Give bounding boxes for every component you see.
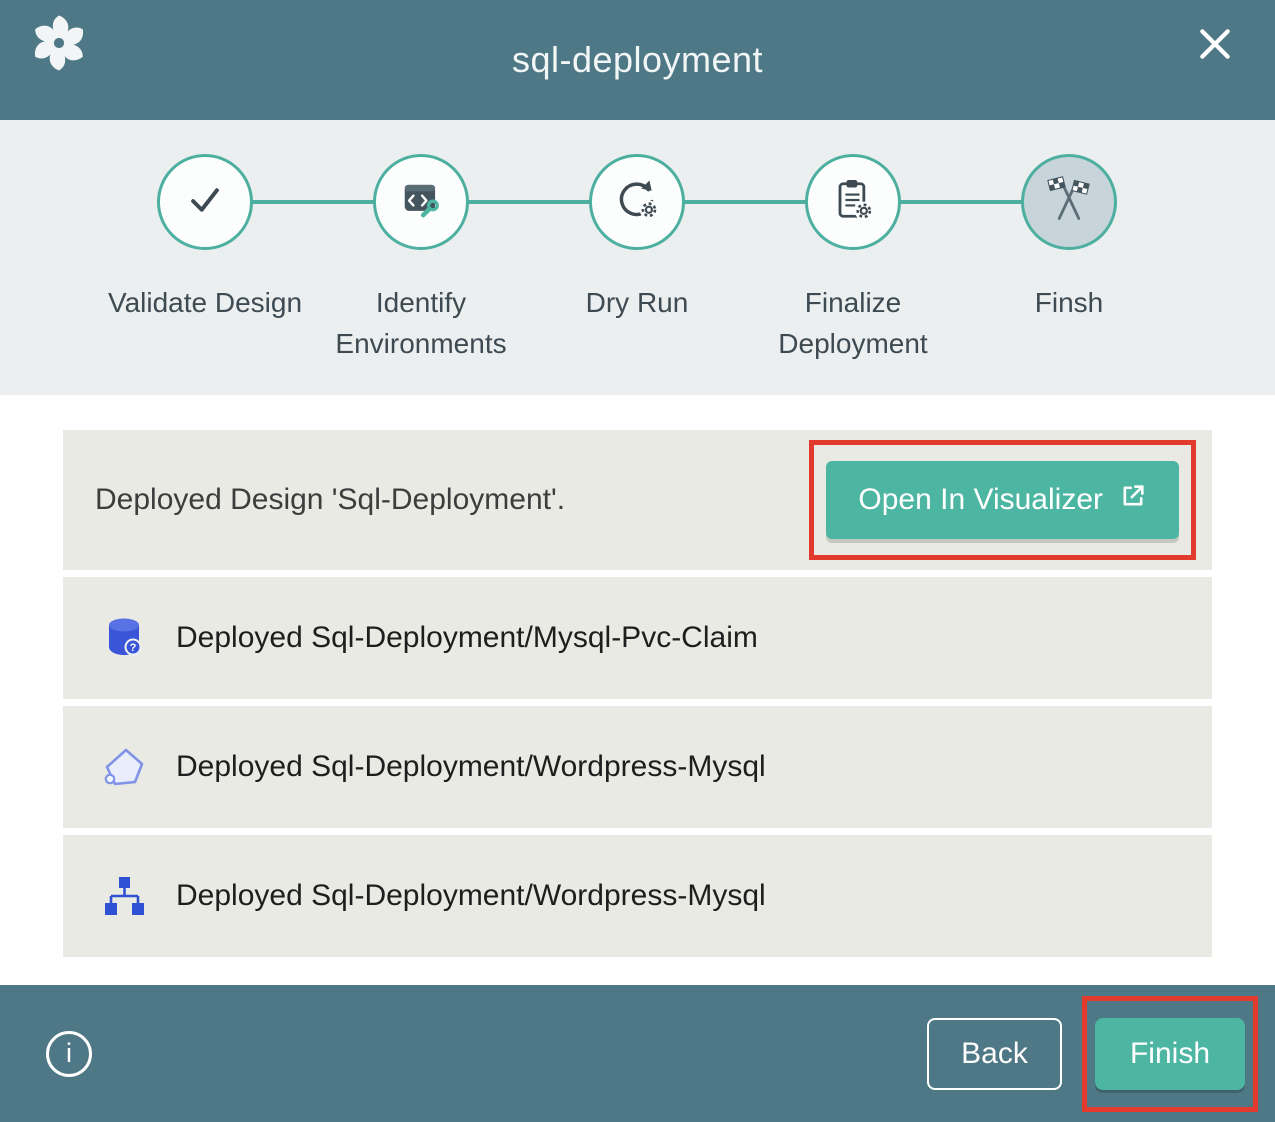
deployed-resource-text: Deployed Sql-Deployment/Wordpress-Mysql (176, 750, 766, 784)
code-wrench-icon (395, 174, 447, 231)
step-label: Finsh (1035, 283, 1103, 324)
deploy-message: Deployed Design 'Sql-Deployment'. (95, 483, 565, 517)
deployed-resource-row: Deployed Sql-Deployment/Wordpress-Mysql (63, 706, 1212, 828)
annotation-box-finish: Finish (1082, 996, 1258, 1112)
info-icon[interactable]: i (46, 1031, 92, 1077)
close-icon[interactable] (1193, 22, 1237, 66)
step-label: Finalize Deployment (753, 283, 953, 364)
deployed-resource-row: Deployed Sql-Deployment/Wordpress-Mysql (63, 835, 1212, 957)
deployed-resource-row: ? Deployed Sql-Deployment/Mysql-Pvc-Clai… (63, 577, 1212, 699)
deployed-design-row: Deployed Design 'Sql-Deployment'. Open I… (63, 430, 1212, 570)
step-finish: Finsh (961, 154, 1177, 364)
step-label: Dry Run (586, 283, 689, 324)
dialog-header: sql-deployment (0, 0, 1275, 120)
deployed-resource-text: Deployed Sql-Deployment/Mysql-Pvc-Claim (176, 621, 758, 655)
step-circle-identify-environments[interactable] (373, 154, 469, 250)
step-circle-finalize-deployment[interactable] (805, 154, 901, 250)
deployed-resource-text: Deployed Sql-Deployment/Wordpress-Mysql (176, 879, 766, 913)
external-link-icon (1119, 482, 1147, 518)
step-label: Identify Environments (321, 283, 521, 364)
checkered-flags-icon (1043, 174, 1095, 231)
back-button[interactable]: Back (927, 1018, 1062, 1090)
dialog-footer: i Back Finish (0, 985, 1275, 1122)
deployment-wizard-dialog: sql-deployment Validate Design (0, 0, 1275, 1122)
clipboard-gear-icon (827, 174, 879, 231)
svg-text:?: ? (130, 642, 137, 654)
sync-gear-icon (611, 174, 663, 231)
step-label: Validate Design (108, 283, 302, 324)
database-icon: ? (100, 614, 148, 662)
open-in-visualizer-label: Open In Visualizer (858, 483, 1103, 517)
step-circle-dry-run[interactable] (589, 154, 685, 250)
step-validate-design: Validate Design (97, 154, 313, 364)
annotation-box-visualizer: Open In Visualizer (809, 440, 1196, 560)
open-in-visualizer-button[interactable]: Open In Visualizer (826, 461, 1179, 539)
pentagon-icon (100, 743, 148, 791)
finish-button[interactable]: Finish (1095, 1018, 1245, 1090)
check-icon (179, 174, 231, 231)
step-identify-environments: Identify Environments (313, 154, 529, 364)
workload-tree-icon (100, 872, 148, 920)
step-dry-run: Dry Run (529, 154, 745, 364)
step-finalize-deployment: Finalize Deployment (745, 154, 961, 364)
stepper: Validate Design Identify Environment (0, 120, 1275, 395)
results-panel: Deployed Design 'Sql-Deployment'. Open I… (0, 395, 1275, 985)
dialog-title: sql-deployment (0, 0, 1275, 120)
step-circle-finish[interactable] (1021, 154, 1117, 250)
info-glyph: i (66, 1038, 72, 1069)
step-circle-validate-design[interactable] (157, 154, 253, 250)
